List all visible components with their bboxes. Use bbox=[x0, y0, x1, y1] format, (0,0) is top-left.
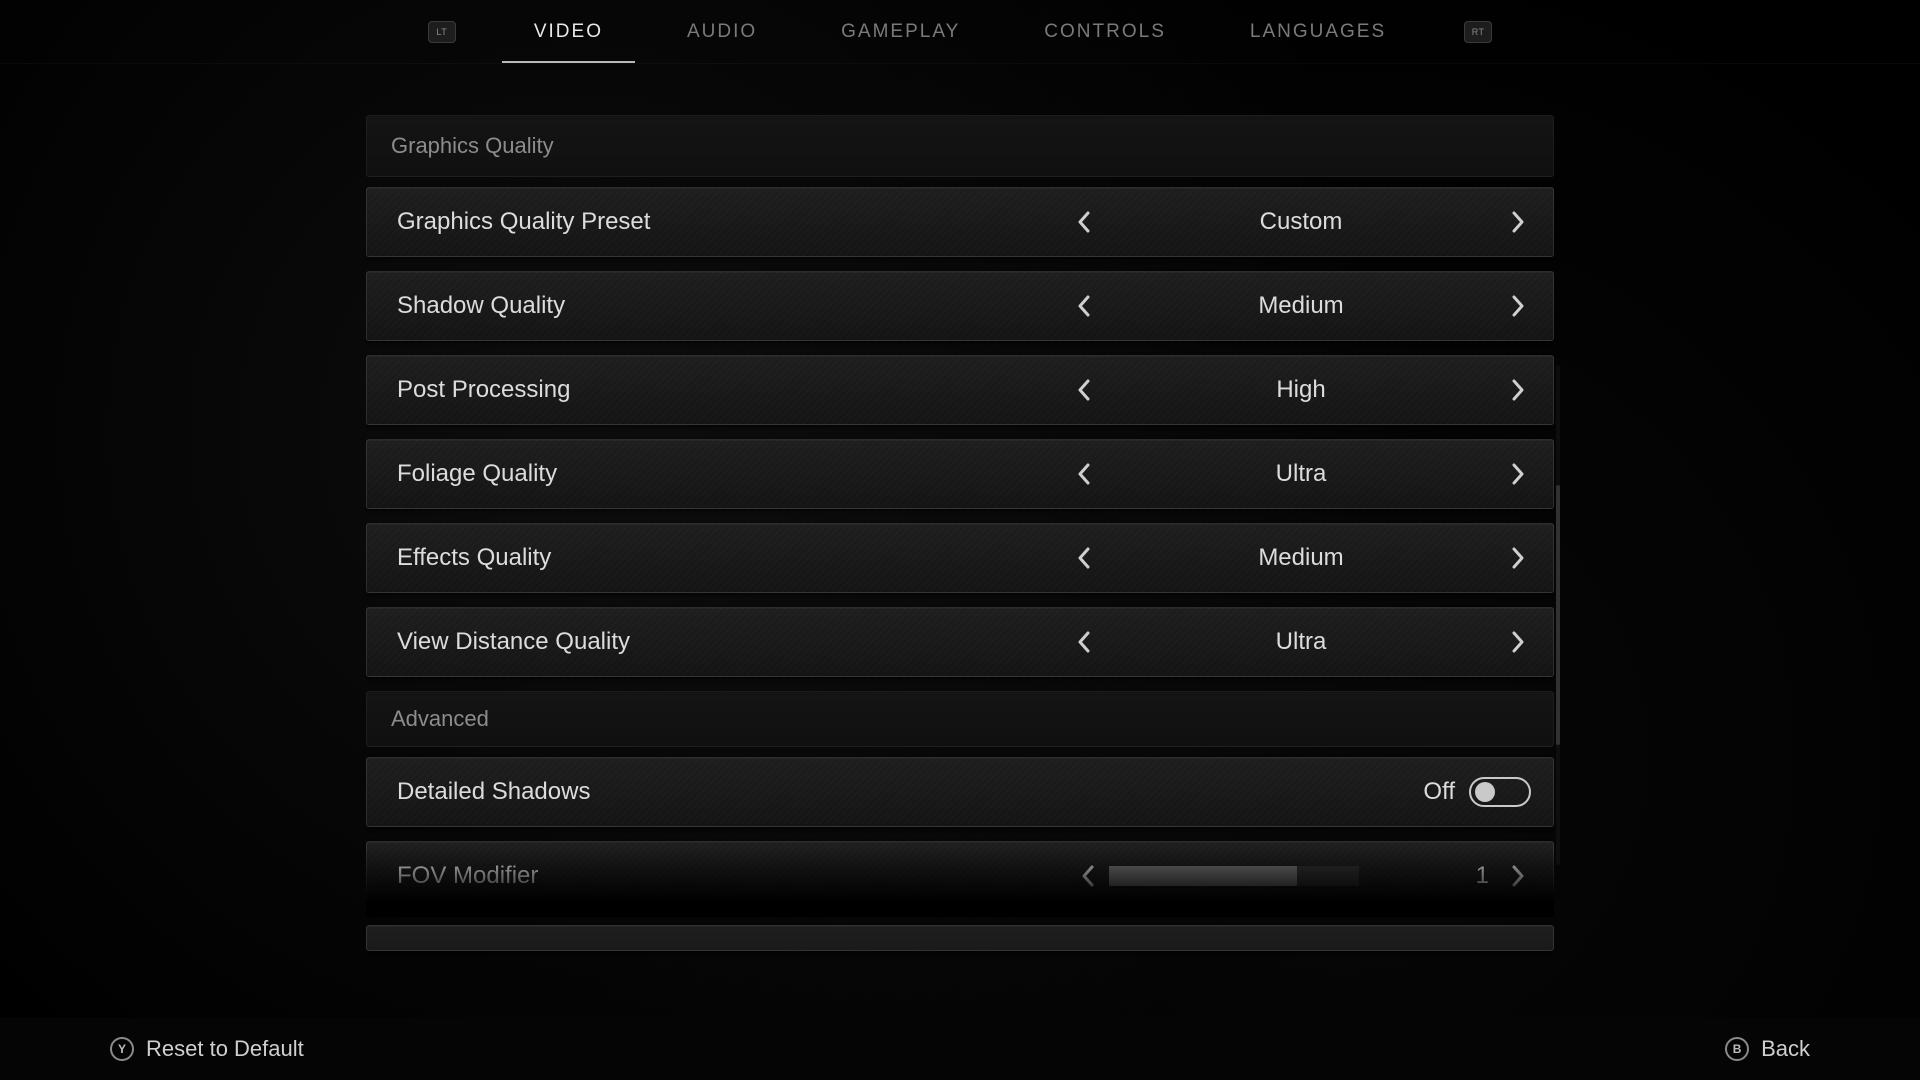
value-selector: High bbox=[1071, 376, 1531, 404]
chevron-left-icon[interactable] bbox=[1071, 545, 1097, 571]
chevron-right-icon[interactable] bbox=[1505, 461, 1531, 487]
tab-audio[interactable]: AUDIO bbox=[681, 1, 763, 62]
tab-languages[interactable]: LANGUAGES bbox=[1244, 1, 1392, 62]
row-shadow-quality[interactable]: Shadow Quality Medium bbox=[366, 271, 1554, 341]
row-detailed-shadows[interactable]: Detailed Shadows Off bbox=[366, 757, 1554, 827]
value-selector: Custom bbox=[1071, 208, 1531, 236]
lt-trigger-icon[interactable]: LT bbox=[428, 21, 456, 43]
b-button-icon: B bbox=[1725, 1037, 1749, 1061]
chevron-left-icon[interactable] bbox=[1071, 293, 1097, 319]
chevron-left-icon[interactable] bbox=[1071, 629, 1097, 655]
selector-value: High bbox=[1097, 376, 1505, 404]
chevron-right-icon[interactable] bbox=[1505, 545, 1531, 571]
chevron-right-icon[interactable] bbox=[1505, 629, 1531, 655]
settings-panel: Graphics Quality Graphics Quality Preset… bbox=[366, 115, 1554, 975]
chevron-right-icon[interactable] bbox=[1505, 293, 1531, 319]
settings-tabbar: LT VIDEO AUDIO GAMEPLAY CONTROLS LANGUAG… bbox=[0, 0, 1920, 64]
chevron-right-icon[interactable] bbox=[1505, 377, 1531, 403]
row-next-partial[interactable] bbox=[366, 925, 1554, 951]
y-button-icon: Y bbox=[110, 1037, 134, 1061]
section-header-graphics: Graphics Quality bbox=[366, 115, 1554, 177]
reset-to-default-button[interactable]: Y Reset to Default bbox=[110, 1036, 304, 1062]
slider-fill bbox=[1109, 866, 1297, 886]
row-view-distance-quality[interactable]: View Distance Quality Ultra bbox=[366, 607, 1554, 677]
row-label: Post Processing bbox=[397, 376, 1071, 404]
value-selector: Ultra bbox=[1071, 460, 1531, 488]
value-selector: Ultra bbox=[1071, 628, 1531, 656]
row-label: Graphics Quality Preset bbox=[397, 208, 1071, 236]
scrollbar-thumb[interactable] bbox=[1556, 485, 1560, 745]
selector-value: Ultra bbox=[1097, 460, 1505, 488]
chevron-left-icon[interactable] bbox=[1075, 863, 1101, 889]
rt-trigger-icon[interactable]: RT bbox=[1464, 21, 1492, 43]
back-button[interactable]: B Back bbox=[1725, 1036, 1810, 1062]
tab-controls[interactable]: CONTROLS bbox=[1038, 1, 1172, 62]
chevron-right-icon[interactable] bbox=[1505, 863, 1531, 889]
row-fov-modifier[interactable]: FOV Modifier 1 bbox=[366, 841, 1554, 911]
row-graphics-preset[interactable]: Graphics Quality Preset Custom bbox=[366, 187, 1554, 257]
fov-slider[interactable] bbox=[1109, 866, 1359, 886]
toggle-knob bbox=[1475, 782, 1495, 802]
row-label: FOV Modifier bbox=[397, 862, 1071, 890]
scrollbar[interactable] bbox=[1556, 365, 1560, 865]
chevron-left-icon[interactable] bbox=[1071, 209, 1097, 235]
tab-gameplay[interactable]: GAMEPLAY bbox=[835, 1, 966, 62]
row-effects-quality[interactable]: Effects Quality Medium bbox=[366, 523, 1554, 593]
toggle-state-label: Off bbox=[1423, 778, 1455, 806]
value-selector: Medium bbox=[1071, 292, 1531, 320]
slider-value: 1 bbox=[1367, 862, 1497, 890]
selector-value: Medium bbox=[1097, 292, 1505, 320]
row-label: View Distance Quality bbox=[397, 628, 1071, 656]
chevron-left-icon[interactable] bbox=[1071, 461, 1097, 487]
section-header-advanced: Advanced bbox=[366, 691, 1554, 747]
row-foliage-quality[interactable]: Foliage Quality Ultra bbox=[366, 439, 1554, 509]
selector-value: Custom bbox=[1097, 208, 1505, 236]
selector-value: Medium bbox=[1097, 544, 1505, 572]
row-label: Shadow Quality bbox=[397, 292, 1071, 320]
tab-video[interactable]: VIDEO bbox=[528, 1, 609, 62]
row-label: Detailed Shadows bbox=[397, 778, 1423, 806]
row-label: Foliage Quality bbox=[397, 460, 1071, 488]
reset-label: Reset to Default bbox=[146, 1036, 304, 1062]
value-selector: Medium bbox=[1071, 544, 1531, 572]
back-label: Back bbox=[1761, 1036, 1810, 1062]
row-post-processing[interactable]: Post Processing High bbox=[366, 355, 1554, 425]
selector-value: Ultra bbox=[1097, 628, 1505, 656]
row-label: Effects Quality bbox=[397, 544, 1071, 572]
chevron-right-icon[interactable] bbox=[1505, 209, 1531, 235]
footer-bar: Y Reset to Default B Back bbox=[0, 1018, 1920, 1080]
chevron-left-icon[interactable] bbox=[1071, 377, 1097, 403]
toggle-switch[interactable] bbox=[1469, 777, 1531, 807]
